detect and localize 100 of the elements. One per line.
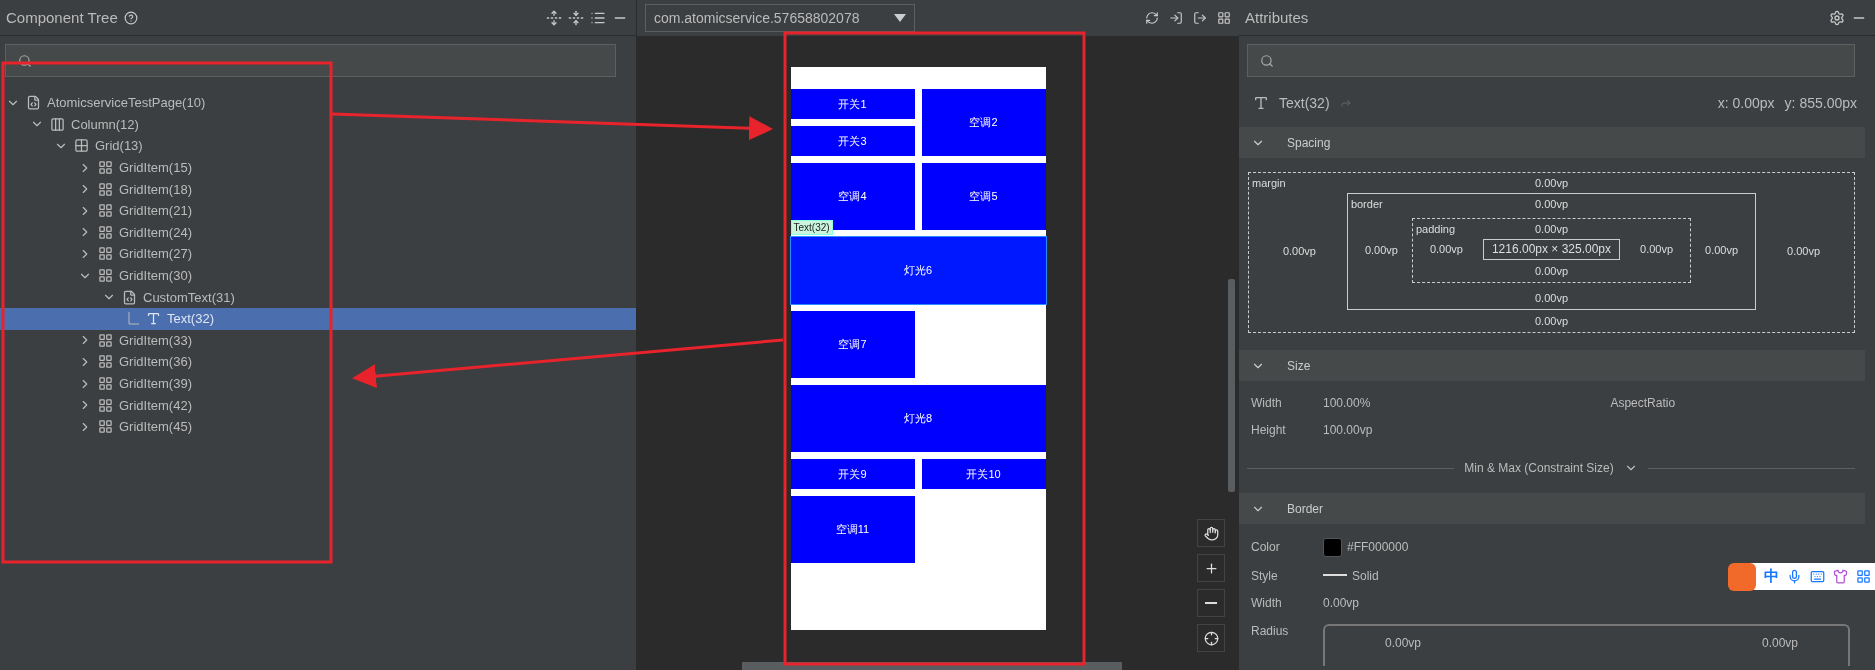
settings-icon[interactable]: [1829, 9, 1845, 26]
tree-item[interactable]: Text(32): [0, 307, 636, 330]
plus-icon: [1203, 560, 1219, 576]
grid-tile[interactable]: 空调2: [921, 89, 1046, 156]
tree-item[interactable]: GridItem(27): [0, 243, 636, 265]
tree-item[interactable]: CustomText(31): [0, 286, 636, 308]
attribute-value[interactable]: 100.00%: [1323, 395, 1371, 410]
input-mode[interactable]: 中: [1764, 567, 1779, 586]
tree-item[interactable]: GridItem(39): [0, 372, 636, 395]
attribute-value[interactable]: 100.00vp: [1323, 422, 1373, 437]
search-icon: [1260, 53, 1274, 68]
tree-item-label: AtomicserviceTestPage(10): [47, 95, 206, 111]
device-name: com.atomicservice.57658802078: [654, 10, 860, 26]
zoom-in-button[interactable]: [1197, 554, 1225, 582]
pan-button[interactable]: [1197, 519, 1225, 547]
spacing-value[interactable]: 0.00vp: [1534, 174, 1568, 193]
tree-item[interactable]: Grid(13): [0, 135, 636, 157]
tile-label: 灯光8: [903, 411, 933, 426]
expand-all-icon[interactable]: [546, 9, 562, 26]
tree-item[interactable]: GridItem(30): [0, 264, 636, 287]
section-header[interactable]: Size: [1239, 350, 1865, 381]
content-size: 1216.00px × 325.00px: [1482, 239, 1621, 260]
grid-item-icon: [98, 419, 113, 435]
spacing-value[interactable]: 0.00vp: [1415, 240, 1477, 259]
help-icon[interactable]: [123, 10, 138, 25]
text-icon: [1253, 95, 1269, 111]
component-name: Text(32): [1279, 95, 1330, 111]
tree-item-label: GridItem(30): [119, 268, 192, 284]
shirt-icon[interactable]: [1833, 569, 1848, 584]
tree-item-label: GridItem(39): [119, 376, 192, 391]
spacing-value[interactable]: 0.00vp: [1534, 287, 1568, 308]
grid-item-icon: [98, 224, 113, 240]
spacing-value[interactable]: 0.00vp: [1268, 242, 1330, 261]
attribute-value[interactable]: 0.00vp: [1323, 595, 1360, 610]
grid-icon[interactable]: [1856, 569, 1871, 584]
device-dropdown[interactable]: com.atomicservice.57658802078: [645, 4, 915, 32]
tree-item-label: GridItem(24): [119, 224, 192, 240]
attribute-value[interactable]: #FF000000: [1347, 540, 1409, 554]
grid-tile[interactable]: 空调11: [790, 496, 915, 563]
grid-item-icon: [98, 203, 113, 219]
grid-icon[interactable]: [1217, 11, 1231, 25]
radius-value[interactable]: 0.00vp: [1761, 636, 1798, 666]
tile-label: 空调7: [838, 337, 867, 352]
grid-tile[interactable]: 空调7: [790, 311, 915, 378]
center-button[interactable]: [1197, 624, 1225, 652]
tree-item[interactable]: GridItem(42): [0, 394, 636, 416]
grid-tile[interactable]: 开关9: [790, 459, 915, 489]
tree-item-label: Column(12): [71, 116, 139, 132]
scrollbar[interactable]: [1228, 279, 1235, 492]
attribute-value[interactable]: Solid: [1352, 568, 1379, 583]
constraint-toggle[interactable]: Min & Max (Constraint Size): [1464, 461, 1614, 475]
grid-tile[interactable]: 开关1: [790, 89, 915, 119]
search-field[interactable]: [5, 44, 616, 77]
spacing-value[interactable]: 0.00vp: [1350, 241, 1412, 260]
grid-item-icon: [98, 246, 113, 262]
tree-item-label: GridItem(21): [119, 203, 192, 219]
spacing-value[interactable]: 0.00vp: [1534, 220, 1568, 239]
zoom-out-button[interactable]: [1197, 589, 1225, 617]
grid-item-icon: [98, 376, 113, 391]
tree-item[interactable]: GridItem(21): [0, 199, 636, 222]
search-field[interactable]: [1247, 44, 1855, 77]
tree-item[interactable]: GridItem(33): [0, 329, 636, 352]
spacing-value[interactable]: 0.00vp: [1626, 240, 1688, 259]
section-header[interactable]: Border: [1239, 493, 1865, 524]
grid-item-icon: [98, 332, 113, 348]
spacing-value[interactable]: 0.00vp: [1773, 242, 1835, 261]
section-title: Border: [1287, 501, 1324, 516]
import-icon[interactable]: [1169, 11, 1183, 25]
tree-item-label: GridItem(42): [119, 397, 192, 413]
refresh-icon[interactable]: [1145, 11, 1159, 25]
grid-tile[interactable]: 开关3: [790, 126, 915, 156]
spacing-value[interactable]: 0.00vp: [1534, 260, 1568, 281]
line-style-icon: [1323, 574, 1347, 577]
tree-item-label: CustomText(31): [143, 289, 235, 305]
tree-item[interactable]: GridItem(15): [0, 156, 636, 179]
tree-item-label: GridItem(27): [119, 246, 192, 262]
scrollbar[interactable]: [742, 662, 1122, 670]
keyboard-icon[interactable]: [1810, 569, 1825, 584]
tree-item[interactable]: GridItem(24): [0, 221, 636, 244]
tree-item[interactable]: GridItem(36): [0, 351, 636, 373]
section-header[interactable]: Spacing: [1239, 127, 1865, 158]
collapse-all-icon[interactable]: [568, 9, 584, 26]
spacing-value[interactable]: 0.00vp: [1534, 195, 1568, 214]
selection-tag: Text(32): [790, 220, 833, 235]
grid-tile[interactable]: 开关10: [921, 459, 1046, 489]
crosshair-icon: [1203, 630, 1219, 646]
radius-value[interactable]: 0.00vp: [1385, 636, 1422, 666]
color-swatch[interactable]: [1323, 537, 1342, 557]
box-label: padding: [1415, 222, 1456, 237]
export-icon[interactable]: [1193, 11, 1207, 25]
tree-item[interactable]: Column(12): [0, 113, 636, 136]
spacing-value[interactable]: 0.00vp: [1534, 310, 1568, 331]
tree-item[interactable]: GridItem(18): [0, 178, 636, 200]
grid-tile[interactable]: 空调5: [921, 163, 1046, 230]
grid-tile[interactable]: 灯光8: [790, 385, 1046, 452]
microphone-icon[interactable]: [1787, 569, 1802, 584]
tree-item[interactable]: AtomicserviceTestPage(10): [0, 92, 636, 114]
tree-item[interactable]: GridItem(45): [0, 415, 636, 438]
ime-logo-icon[interactable]: [1728, 562, 1756, 591]
spacing-value[interactable]: 0.00vp: [1691, 241, 1753, 260]
